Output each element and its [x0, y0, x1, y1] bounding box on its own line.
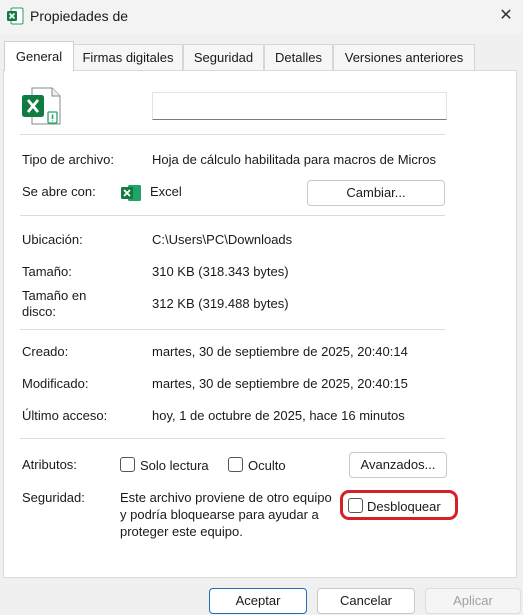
unblock-checkbox[interactable]: [348, 498, 363, 513]
hidden-label[interactable]: Oculto: [248, 458, 286, 473]
unblock-label[interactable]: Desbloquear: [367, 499, 441, 514]
cancel-button[interactable]: Cancelar: [317, 588, 415, 614]
excel-file-icon: [6, 7, 24, 25]
security-text-line2: y podría bloquearse para ayudar a: [120, 507, 319, 522]
created-value: martes, 30 de septiembre de 2025, 20:40:…: [152, 344, 408, 359]
close-button[interactable]: ✕: [494, 4, 518, 28]
location-label: Ubicación:: [22, 232, 83, 247]
hidden-checkbox[interactable]: [228, 457, 243, 472]
attributes-label: Atributos:: [22, 457, 77, 472]
accessed-label: Último acceso:: [22, 408, 108, 423]
change-button[interactable]: Cambiar...: [307, 180, 445, 206]
tab-firmas-digitales[interactable]: Firmas digitales: [73, 44, 183, 70]
created-label: Creado:: [22, 344, 69, 359]
excel-macro-file-icon: [20, 85, 62, 127]
type-label: Tipo de archivo:: [22, 152, 115, 167]
location-value: C:\Users\PC\Downloads: [152, 232, 293, 247]
tab-detalles[interactable]: Detalles: [264, 44, 333, 70]
excel-app-icon: [120, 184, 142, 202]
size-on-disk-label-line2: disco:: [22, 304, 56, 319]
opens-with-app: Excel: [150, 184, 182, 199]
opens-with-label: Se abre con:: [22, 184, 96, 199]
readonly-label[interactable]: Solo lectura: [140, 458, 209, 473]
tab-versiones-anteriores[interactable]: Versiones anteriores: [333, 44, 475, 70]
separator: [20, 215, 445, 216]
size-on-disk-label-line1: Tamaño en: [22, 288, 87, 303]
security-text-line1: Este archivo proviene de otro equipo: [120, 490, 332, 505]
separator: [20, 438, 445, 439]
separator: [20, 134, 445, 135]
window-title: Propiedades de: [30, 8, 129, 24]
advanced-button[interactable]: Avanzados...: [349, 452, 447, 478]
accept-button[interactable]: Aceptar: [209, 588, 307, 614]
size-on-disk-value: 312 KB (319.488 bytes): [152, 296, 289, 311]
size-value: 310 KB (318.343 bytes): [152, 264, 289, 279]
readonly-checkbox[interactable]: [120, 457, 135, 472]
size-label: Tamaño:: [22, 264, 72, 279]
modified-value: martes, 30 de septiembre de 2025, 20:40:…: [152, 376, 408, 391]
type-value: Hoja de cálculo habilitada para macros d…: [152, 152, 436, 167]
apply-button[interactable]: Aplicar: [425, 588, 521, 614]
separator: [20, 329, 445, 330]
modified-label: Modificado:: [22, 376, 89, 391]
security-label: Seguridad:: [22, 490, 85, 505]
tab-general[interactable]: General: [4, 41, 74, 71]
accessed-value: hoy, 1 de octubre de 2025, hace 16 minut…: [152, 408, 405, 423]
tab-seguridad[interactable]: Seguridad: [183, 44, 264, 70]
security-text-line3: proteger este equipo.: [120, 524, 243, 539]
file-name-input[interactable]: [152, 92, 447, 120]
